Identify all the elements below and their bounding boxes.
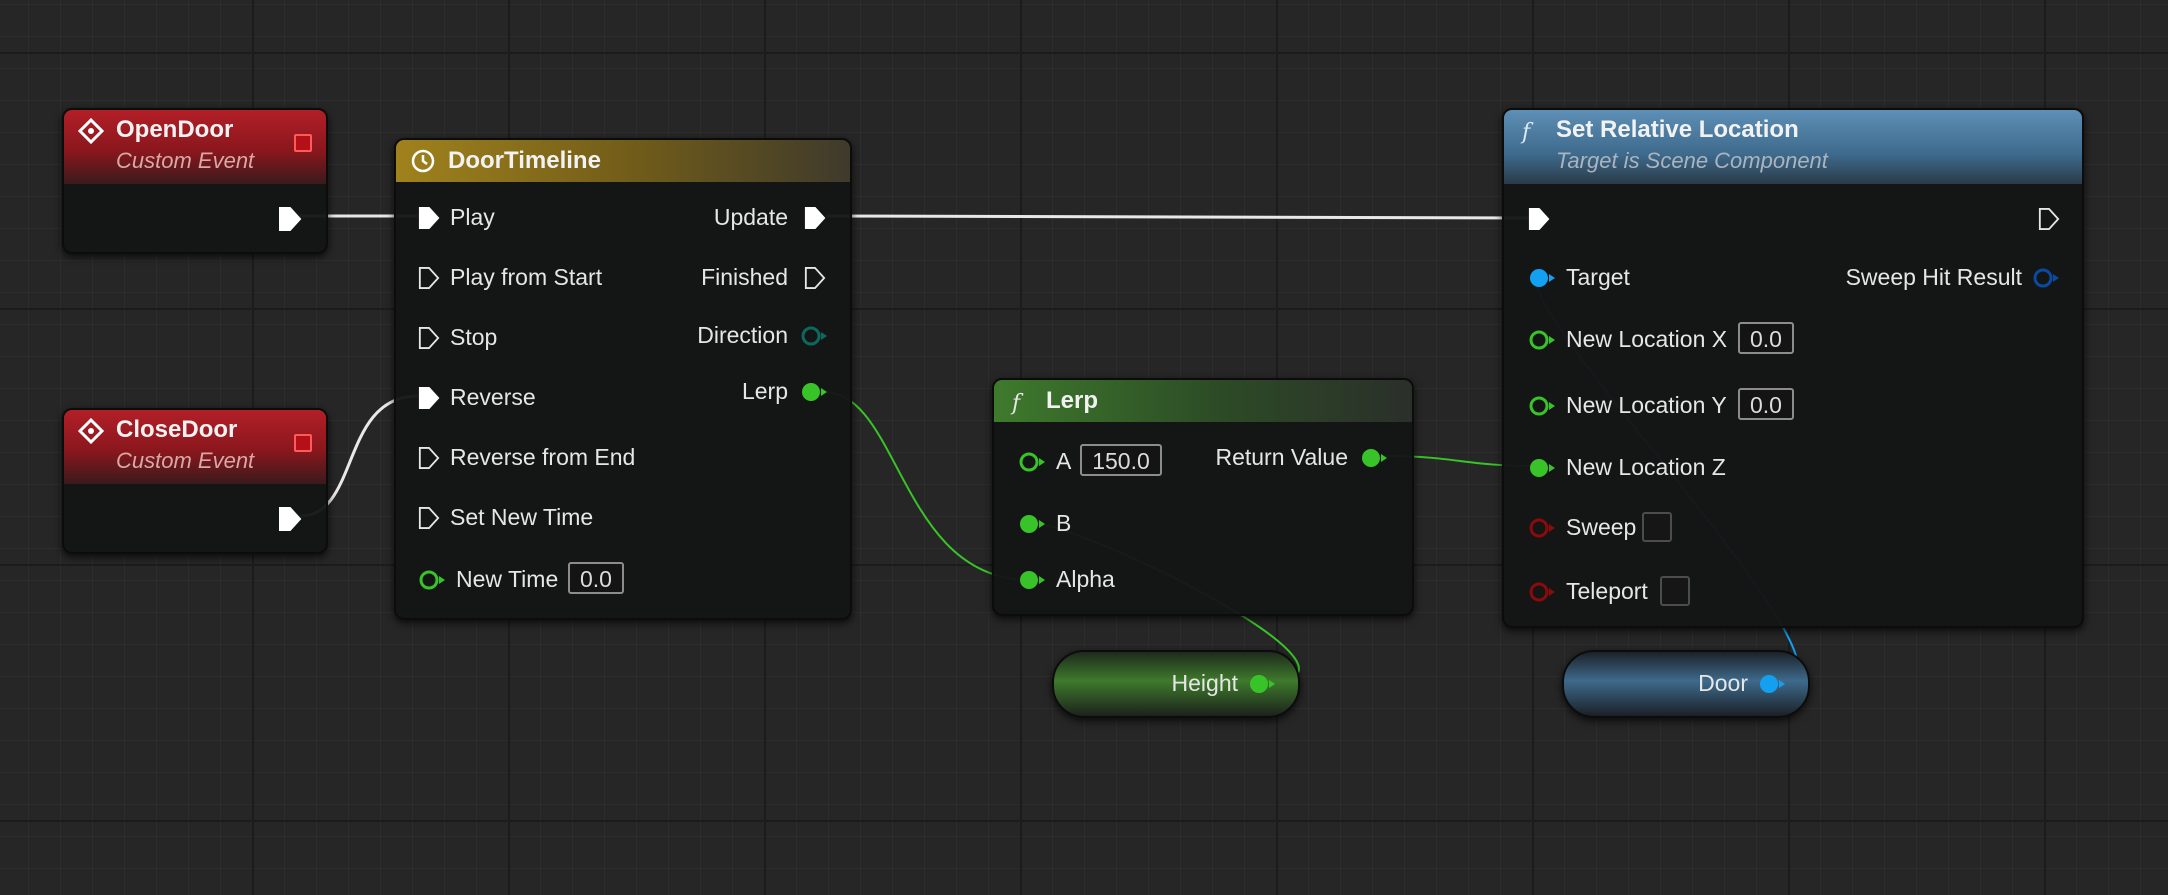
new-location-x-value-input[interactable]: 0.0: [1738, 322, 1794, 354]
door-variable-node[interactable]: Door: [1562, 650, 1810, 718]
direction-label: Direction: [697, 322, 788, 348]
sweep-checkbox[interactable]: [1642, 512, 1672, 542]
sweep-label: Sweep: [1566, 514, 1637, 540]
reversefromend-exec-in-pin[interactable]: [418, 446, 440, 470]
exec-out-pin[interactable]: [278, 206, 302, 232]
lerp-node[interactable]: f Lerp A 150.0 B Alpha Return Value: [992, 378, 1414, 616]
exec-in-pin[interactable]: [1528, 206, 1550, 232]
play-label: Play: [450, 204, 495, 230]
alpha-label: Alpha: [1056, 566, 1115, 592]
set-relative-location-title: Set Relative Location: [1556, 116, 1799, 143]
newtime-label: New Time: [456, 566, 559, 592]
set-relative-location-header: f Set Relative Location Target is Scene …: [1504, 110, 2082, 184]
set-relative-location-subtitle: Target is Scene Component: [1556, 148, 1828, 173]
sweep-bool-in-pin[interactable]: [1528, 516, 1556, 540]
stop-label: Stop: [450, 324, 498, 350]
reverse-exec-in-pin[interactable]: [418, 386, 440, 410]
newtime-value-input[interactable]: 0.0: [568, 562, 624, 594]
playfromstart-label: Play from Start: [450, 264, 603, 290]
height-float-out-pin[interactable]: [1248, 672, 1276, 696]
target-label: Target: [1566, 264, 1630, 290]
update-label: Update: [713, 204, 788, 230]
a-float-in-pin[interactable]: [1018, 450, 1046, 474]
update-exec-out-pin[interactable]: [804, 206, 826, 230]
exec-wire-update-setlocation[interactable]: [825, 214, 1531, 220]
sweep-hit-result-struct-out-pin[interactable]: [2032, 266, 2060, 290]
teleport-checkbox[interactable]: [1660, 576, 1690, 606]
opendoor-subtitle: Custom Event: [116, 148, 255, 173]
new-location-x-label: New Location X: [1566, 326, 1728, 352]
sweep-hit-result-label: Sweep Hit Result: [1845, 264, 2022, 290]
a-label: A: [1056, 448, 1072, 474]
delegate-pin-icon[interactable]: [294, 434, 312, 452]
playfromstart-exec-in-pin[interactable]: [418, 266, 440, 290]
alpha-float-in-pin[interactable]: [1018, 568, 1046, 592]
target-object-in-pin[interactable]: [1528, 266, 1556, 290]
b-label: B: [1056, 510, 1072, 536]
new-location-x-float-in-pin[interactable]: [1528, 328, 1556, 352]
new-location-y-label: New Location Y: [1566, 392, 1727, 418]
stop-exec-in-pin[interactable]: [418, 326, 440, 350]
reverse-label: Reverse: [450, 384, 536, 410]
doortimeline-header: DoorTimeline: [396, 140, 850, 182]
svg-text:f: f: [1520, 120, 1534, 144]
lerp-output-label: Lerp: [741, 378, 788, 404]
event-diamond-icon: [78, 418, 104, 444]
new-location-z-label: New Location Z: [1566, 454, 1726, 480]
direction-enum-out-pin[interactable]: [800, 324, 828, 348]
reversefromend-label: Reverse from End: [450, 444, 636, 470]
closedoor-subtitle: Custom Event: [116, 448, 255, 473]
function-icon: f: [1010, 391, 1024, 415]
doortimeline-title: DoorTimeline: [448, 147, 601, 174]
return-value-label: Return Value: [1215, 444, 1348, 470]
lerp-header: f Lerp: [994, 380, 1412, 422]
door-object-out-pin[interactable]: [1758, 672, 1786, 696]
exec-out-pin[interactable]: [278, 506, 302, 532]
doortimeline-node[interactable]: DoorTimeline Play Play from Start Stop R…: [394, 138, 852, 620]
closedoor-header: CloseDoor Custom Event: [64, 410, 326, 484]
b-float-in-pin[interactable]: [1018, 512, 1046, 536]
delegate-pin-icon[interactable]: [294, 134, 312, 152]
newtime-float-in-pin[interactable]: [418, 568, 446, 592]
setnewtime-label: Set New Time: [450, 504, 594, 530]
lerp-float-out-pin[interactable]: [800, 380, 828, 404]
opendoor-title: OpenDoor: [116, 116, 234, 143]
teleport-bool-in-pin[interactable]: [1528, 580, 1556, 604]
function-icon: f: [1520, 120, 1534, 144]
finished-exec-out-pin[interactable]: [804, 266, 826, 290]
lerp-title: Lerp: [1046, 387, 1099, 414]
closedoor-title: CloseDoor: [116, 416, 238, 443]
finished-label: Finished: [701, 264, 788, 290]
play-exec-in-pin[interactable]: [418, 206, 440, 230]
height-variable-node[interactable]: Height: [1052, 650, 1300, 718]
event-diamond-icon: [78, 118, 104, 144]
new-location-y-float-in-pin[interactable]: [1528, 394, 1556, 418]
exec-out-pin[interactable]: [2038, 206, 2060, 232]
new-location-y-value-input[interactable]: 0.0: [1738, 388, 1794, 420]
svg-text:f: f: [1010, 391, 1024, 415]
opendoor-event-node[interactable]: OpenDoor Custom Event: [62, 108, 328, 254]
teleport-label: Teleport: [1566, 578, 1648, 604]
return-value-float-out-pin[interactable]: [1360, 446, 1388, 470]
door-label: Door: [1698, 670, 1748, 696]
height-label: Height: [1171, 670, 1238, 696]
clock-icon: [411, 149, 435, 173]
setnewtime-exec-in-pin[interactable]: [418, 506, 440, 530]
a-value-input[interactable]: 150.0: [1080, 444, 1162, 476]
new-location-z-float-in-pin[interactable]: [1528, 456, 1556, 480]
opendoor-header: OpenDoor Custom Event: [64, 110, 326, 184]
set-relative-location-node[interactable]: f Set Relative Location Target is Scene …: [1502, 108, 2084, 628]
closedoor-event-node[interactable]: CloseDoor Custom Event: [62, 408, 328, 554]
